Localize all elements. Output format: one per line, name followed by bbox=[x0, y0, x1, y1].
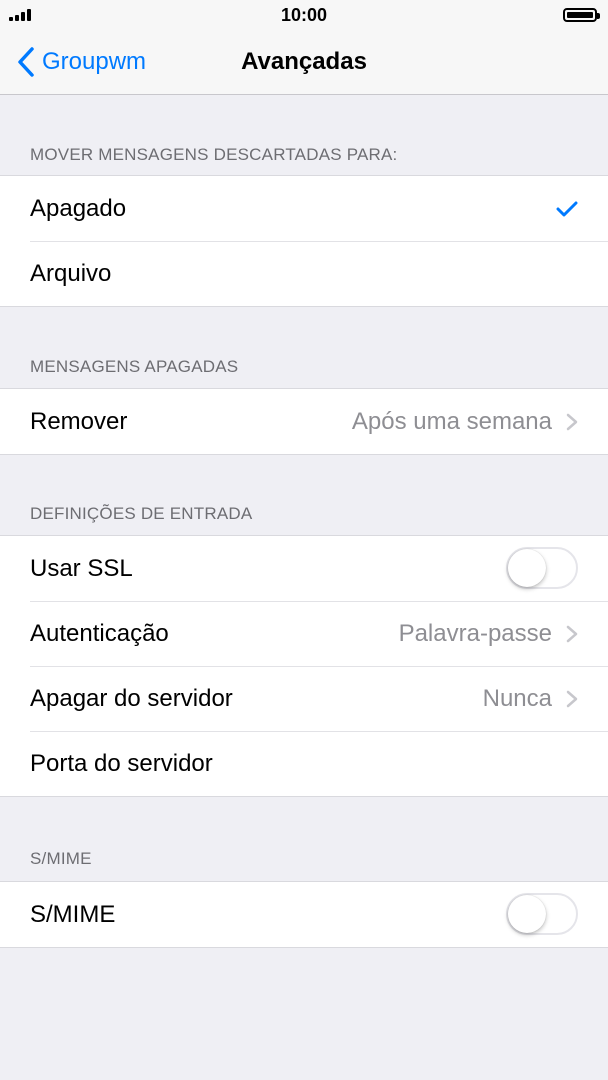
section-header-incoming-settings: DEFINIÇÕES DE ENTRADA bbox=[30, 504, 253, 523]
chevron-right-icon bbox=[566, 625, 578, 643]
status-bar: 10:00 bbox=[0, 0, 608, 32]
delete-from-server-value: Nunca bbox=[482, 684, 552, 712]
authentication-value: Palavra-passe bbox=[398, 619, 552, 647]
delete-from-server-label: Apagar do servidor bbox=[30, 684, 233, 712]
toggle-knob bbox=[508, 895, 546, 933]
delete-from-server-row[interactable]: Apagar do servidor Nunca bbox=[0, 666, 608, 731]
remove-label: Remover bbox=[30, 407, 128, 435]
deleted-messages-group: Remover Após uma semana bbox=[0, 388, 608, 455]
server-port-label: Porta do servidor bbox=[30, 749, 213, 777]
authentication-row[interactable]: Autenticação Palavra-passe bbox=[0, 601, 608, 666]
toggle-knob bbox=[508, 549, 546, 587]
smime-group: S/MIME bbox=[0, 881, 608, 948]
option-apagado[interactable]: Apagado bbox=[0, 176, 608, 241]
smime-label: S/MIME bbox=[30, 900, 116, 928]
option-label: Arquivo bbox=[30, 259, 112, 287]
checkmark-icon bbox=[556, 201, 578, 217]
authentication-label: Autenticação bbox=[30, 619, 169, 647]
page-title: Avançadas bbox=[241, 48, 367, 75]
status-time: 10:00 bbox=[280, 5, 328, 25]
chevron-right-icon bbox=[566, 413, 578, 431]
section-header-move-discarded: MOVER MENSAGENS DESCARTADAS PARA: bbox=[30, 145, 398, 164]
smime-toggle[interactable] bbox=[506, 893, 578, 935]
section-header-deleted-messages: MENSAGENS APAGADAS bbox=[30, 357, 239, 376]
server-port-row[interactable]: Porta do servidor bbox=[0, 731, 608, 796]
use-ssl-label: Usar SSL bbox=[30, 554, 133, 582]
option-label: Apagado bbox=[30, 194, 127, 222]
move-discarded-group: Apagado Arquivo bbox=[0, 175, 608, 307]
chevron-right-icon bbox=[566, 690, 578, 708]
navigation-bar: Groupwm Avançadas bbox=[0, 32, 608, 95]
use-ssl-toggle[interactable] bbox=[506, 547, 578, 589]
remove-row[interactable]: Remover Após uma semana bbox=[0, 389, 608, 454]
battery-icon bbox=[563, 8, 600, 22]
smime-row: S/MIME bbox=[0, 882, 608, 947]
option-arquivo[interactable]: Arquivo bbox=[0, 241, 608, 306]
incoming-settings-group: Usar SSL Autenticação Palavra-passe Apag… bbox=[0, 535, 608, 797]
remove-value: Após uma semana bbox=[351, 407, 552, 435]
section-header-smime: S/MIME bbox=[30, 849, 92, 868]
use-ssl-row: Usar SSL bbox=[0, 536, 608, 601]
